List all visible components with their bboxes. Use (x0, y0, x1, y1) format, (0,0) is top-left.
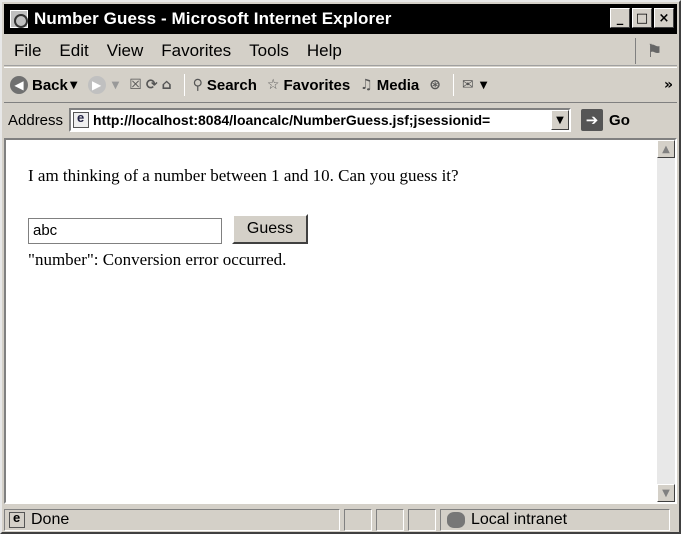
forward-arrow-icon: ▶ (87, 76, 106, 94)
address-dropdown-icon[interactable]: ▼ (551, 110, 570, 130)
toolbar-overflow-icon[interactable]: » (664, 77, 673, 93)
status-text: Done (31, 511, 70, 528)
history-icon[interactable]: ⊛ (429, 77, 441, 93)
guess-button[interactable]: Guess (232, 214, 308, 244)
vertical-scrollbar[interactable]: ▲ ▼ (657, 140, 675, 502)
go-arrow-icon: ➔ (581, 109, 604, 131)
media-icon: ♫ (360, 77, 373, 93)
error-message: "number": Conversion error occurred. (28, 250, 287, 269)
menu-bar: File Edit View Favorites Tools Help ⚑ (4, 36, 677, 66)
search-button[interactable]: ⚲ Search (193, 77, 257, 94)
intranet-icon (447, 512, 465, 528)
back-button[interactable]: ◀ Back ▼ (10, 76, 78, 94)
star-icon: ☆ (266, 77, 280, 93)
browser-window: Number Guess - Microsoft Internet Explor… (0, 0, 681, 534)
address-label: Address (8, 111, 64, 129)
address-bar: Address http://localhost:8084/loancalc/N… (4, 104, 677, 136)
window-title: Number Guess - Microsoft Internet Explor… (34, 9, 392, 28)
menu-file[interactable]: File (4, 41, 50, 61)
page-icon (73, 110, 90, 128)
scroll-up-icon[interactable]: ▲ (657, 140, 675, 158)
status-main: Done (4, 509, 340, 531)
status-cell (376, 509, 404, 531)
status-bar: Done Local intranet (4, 508, 677, 532)
menu-favorites[interactable]: Favorites (152, 41, 240, 61)
home-icon[interactable]: ⌂ (162, 77, 172, 93)
media-button[interactable]: ♫ Media (360, 77, 419, 94)
go-button[interactable]: ➔ Go (581, 109, 630, 131)
stop-icon[interactable]: ☒ (129, 77, 142, 93)
media-label: Media (376, 76, 420, 94)
toolbar-separator (183, 74, 185, 96)
security-zone: Local intranet (440, 509, 670, 531)
go-label: Go (609, 111, 630, 129)
search-label: Search (206, 76, 257, 94)
close-button[interactable]: × (654, 8, 674, 28)
mail-dropdown-icon: ▼ (479, 79, 488, 91)
status-cell (408, 509, 436, 531)
windows-logo-icon: ⚑ (635, 38, 673, 64)
back-dropdown-icon[interactable]: ▼ (70, 80, 78, 91)
mail-icon: ✉ (461, 77, 474, 93)
ie-logo-icon (10, 10, 28, 28)
address-input[interactable]: http://localhost:8084/loancalc/NumberGue… (69, 108, 572, 132)
favorites-label: Favorites (283, 76, 351, 94)
address-url[interactable]: http://localhost:8084/loancalc/NumberGue… (93, 112, 551, 128)
title-bar: Number Guess - Microsoft Internet Explor… (4, 4, 677, 34)
menu-help[interactable]: Help (298, 41, 351, 61)
menu-tools[interactable]: Tools (240, 41, 298, 61)
maximize-button[interactable]: □ (632, 8, 652, 28)
forward-button[interactable]: ▶ ▼ (87, 76, 120, 94)
zone-label: Local intranet (471, 511, 568, 528)
toolbar-separator (452, 74, 454, 96)
scroll-down-icon[interactable]: ▼ (657, 484, 675, 502)
mail-button[interactable]: ✉ ▼ (462, 77, 487, 93)
status-cell (344, 509, 372, 531)
search-icon: ⚲ (192, 77, 203, 93)
window-controls: _ □ × (610, 8, 674, 28)
number-input[interactable]: abc (28, 218, 222, 244)
toolbar: ◀ Back ▼ ▶ ▼ ☒ ⟳ ⌂ ⚲ Search ☆ Favorites … (4, 67, 677, 103)
refresh-icon[interactable]: ⟳ (146, 77, 158, 93)
back-label: Back (32, 76, 68, 94)
menu-view[interactable]: View (98, 41, 153, 61)
forward-dropdown-icon[interactable]: ▼ (112, 80, 120, 91)
minimize-button[interactable]: _ (610, 8, 630, 28)
favorites-button[interactable]: ☆ Favorites (267, 77, 350, 94)
guess-prompt: I am thinking of a number between 1 and … (28, 166, 459, 185)
page-content: I am thinking of a number between 1 and … (4, 138, 677, 504)
back-arrow-icon: ◀ (10, 76, 28, 94)
page-status-icon (9, 510, 25, 528)
menu-edit[interactable]: Edit (50, 41, 97, 61)
